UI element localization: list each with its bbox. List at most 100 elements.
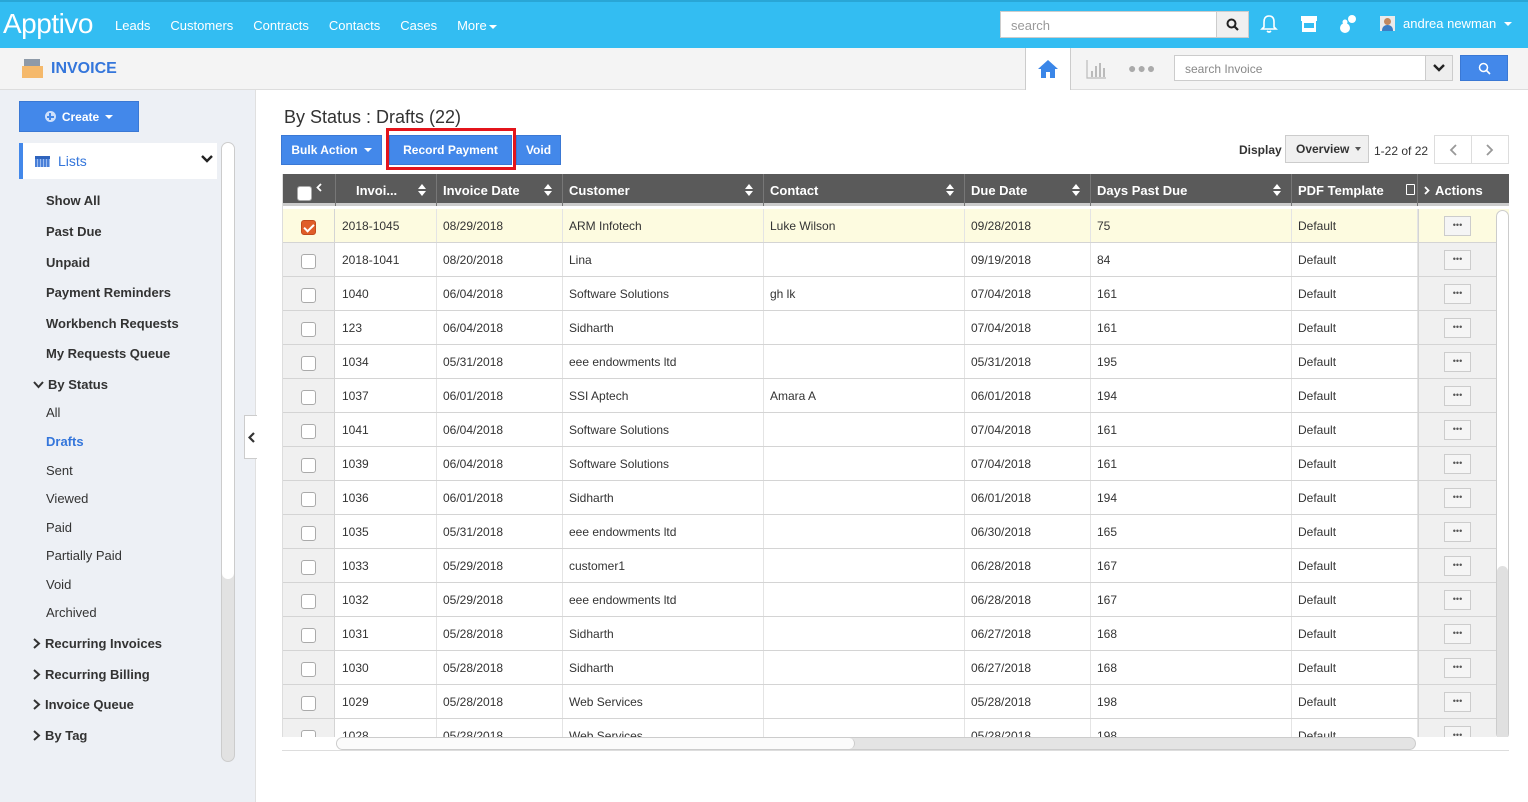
table-row[interactable]: 1036 06/01/2018 Sidharth 06/01/2018 194 Defau… [283,481,1509,515]
row-actions-button[interactable]: ••• [1444,589,1471,610]
sidebar-item-unpaid[interactable]: Unpaid [46,255,90,270]
table-row[interactable]: 1037 06/01/2018 SSI Aptech Amara A 06/01/201… [283,379,1509,413]
row-checkbox[interactable] [301,492,316,507]
col-due-date[interactable]: Due Date [965,174,1091,206]
cell-invoice-number[interactable]: 1032 [336,583,437,616]
cell-invoice-number[interactable]: 1028 [336,719,437,737]
cell-invoice-number[interactable]: 1031 [336,617,437,650]
chevron-right-icon[interactable] [1424,185,1430,195]
sidebar-status-drafts[interactable]: Drafts [46,434,84,449]
cell-invoice-number[interactable]: 1037 [336,379,437,412]
row-actions-button[interactable]: ••• [1444,351,1471,372]
table-row[interactable]: 2018-1045 08/29/2018 ARM Infotech Luke Wils… [283,209,1509,243]
global-search-input[interactable]: search [1000,11,1217,38]
row-checkbox[interactable] [301,730,316,737]
cell-invoice-number[interactable]: 1041 [336,413,437,446]
cell-invoice-number[interactable]: 2018-1041 [336,243,437,276]
select-all-checkbox[interactable] [296,185,312,201]
nav-customers[interactable]: Customers [170,18,233,33]
chat-button[interactable] [1338,14,1358,34]
row-checkbox[interactable] [301,458,316,473]
display-dropdown[interactable]: Overview [1285,135,1369,163]
invoice-search-input[interactable]: search Invoice [1174,55,1426,81]
app-store-button[interactable] [1299,14,1319,34]
nav-more[interactable]: More [457,18,497,33]
row-actions-button[interactable]: ••• [1444,317,1471,338]
col-customer[interactable]: Customer [563,174,764,206]
sidebar-status-paid[interactable]: Paid [46,520,72,535]
filter-icon[interactable] [1406,184,1415,195]
table-row[interactable]: 1040 06/04/2018 Software Solutions gh lk 07/… [283,277,1509,311]
sidebar-item-past-due[interactable]: Past Due [46,224,102,239]
table-row[interactable]: 1029 05/28/2018 Web Services 05/28/2018 198 D… [283,685,1509,719]
row-checkbox[interactable] [301,696,316,711]
row-checkbox[interactable] [301,560,316,575]
row-actions-button[interactable]: ••• [1444,453,1471,474]
prev-page-button[interactable] [1435,136,1472,163]
sidebar-status-void[interactable]: Void [46,577,71,592]
row-actions-button[interactable]: ••• [1444,521,1471,542]
row-checkbox[interactable] [301,526,316,541]
col-invoice-date[interactable]: Invoice Date [437,174,563,206]
cell-invoice-number[interactable]: 1034 [336,345,437,378]
table-row[interactable]: 1041 06/04/2018 Software Solutions 07/04/20… [283,413,1509,447]
table-row[interactable]: 1033 05/29/2018 customer1 06/28/2018 167 Defa… [283,549,1509,583]
nav-leads[interactable]: Leads [115,18,150,33]
table-row[interactable]: 1032 05/29/2018 eee endowments ltd 06/28/20… [283,583,1509,617]
row-checkbox[interactable] [301,628,316,643]
void-button[interactable]: Void [516,135,561,165]
row-actions-button[interactable]: ••• [1444,283,1471,304]
row-checkbox[interactable] [301,288,316,303]
scrollbar-thumb[interactable] [222,143,234,579]
table-row[interactable]: 1031 05/28/2018 Sidharth 06/27/2018 168 Defau… [283,617,1509,651]
apptivo-logo[interactable]: Apptivo [3,8,93,40]
table-row[interactable]: 1035 05/31/2018 eee endowments ltd 06/30/20… [283,515,1509,549]
sidebar-status-partially-paid[interactable]: Partially Paid [46,548,122,563]
sidebar-status-all[interactable]: All [46,405,60,420]
sidebar-item-payment-reminders[interactable]: Payment Reminders [46,285,171,300]
col-pdf-template[interactable]: PDF Template [1292,174,1418,206]
user-menu[interactable]: andrea newman [1380,16,1513,31]
row-checkbox[interactable] [301,424,316,439]
sidebar-group-recurring-invoices[interactable]: Recurring Invoices [33,636,162,651]
row-actions-button[interactable]: ••• [1444,623,1471,644]
nav-contacts[interactable]: Contacts [329,18,380,33]
row-checkbox[interactable] [301,594,316,609]
collapse-sidebar-button[interactable] [244,415,257,459]
cell-invoice-number[interactable]: 1033 [336,549,437,582]
row-actions-button[interactable]: ••• [1444,725,1471,737]
col-days-past-due[interactable]: Days Past Due [1091,174,1292,206]
row-actions-button[interactable]: ••• [1444,249,1471,270]
row-actions-button[interactable]: ••• [1444,215,1471,236]
sidebar-status-archived[interactable]: Archived [46,605,97,620]
table-row[interactable]: 1030 05/28/2018 Sidharth 06/27/2018 168 Defau… [283,651,1509,685]
create-button[interactable]: Create [19,101,139,132]
row-checkbox[interactable] [301,662,316,677]
search-filter-dropdown[interactable] [1426,55,1453,81]
row-checkbox[interactable] [301,220,316,235]
row-actions-button[interactable]: ••• [1444,657,1471,678]
sidebar-status-viewed[interactable]: Viewed [46,491,88,506]
bulk-action-button[interactable]: Bulk Action [281,135,382,165]
cell-invoice-number[interactable]: 1030 [336,651,437,684]
row-actions-button[interactable]: ••• [1444,691,1471,712]
cell-invoice-number[interactable]: 1035 [336,515,437,548]
nav-contracts[interactable]: Contracts [253,18,309,33]
row-checkbox[interactable] [301,322,316,337]
row-actions-button[interactable]: ••• [1444,487,1471,508]
invoice-search-button[interactable] [1460,55,1508,81]
notifications-button[interactable] [1259,14,1279,34]
sidebar-group-by-status[interactable]: By Status [33,377,108,392]
row-actions-button[interactable]: ••• [1444,555,1471,576]
row-actions-button[interactable]: ••• [1444,385,1471,406]
table-row[interactable]: 1034 05/31/2018 eee endowments ltd 05/31/20… [283,345,1509,379]
sidebar-group-recurring-billing[interactable]: Recurring Billing [33,667,150,682]
row-checkbox[interactable] [301,390,316,405]
table-row[interactable]: 123 06/04/2018 Sidharth 07/04/2018 161 Defaul… [283,311,1509,345]
scrollbar-thumb[interactable] [337,738,855,749]
cell-invoice-number[interactable]: 1029 [336,685,437,718]
next-page-button[interactable] [1472,136,1508,163]
row-checkbox[interactable] [301,254,316,269]
scrollbar-thumb[interactable] [1497,566,1508,737]
table-row[interactable]: 1028 05/28/2018 Web Services 05/28/2018 198 D… [283,719,1509,737]
